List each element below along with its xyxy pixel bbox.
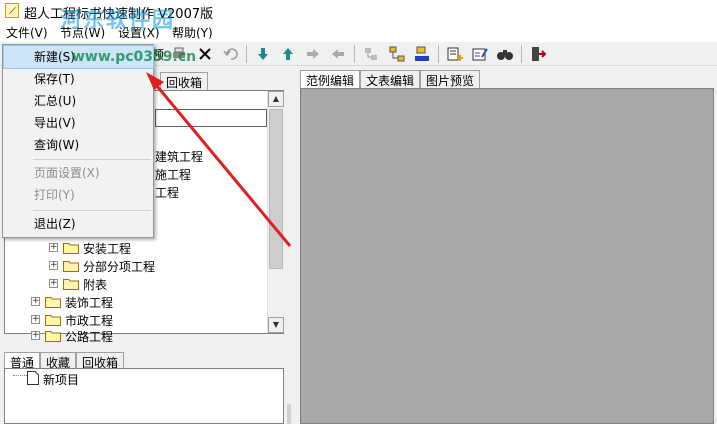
- scroll-down-button[interactable]: ▼: [268, 317, 284, 333]
- undo-icon[interactable]: [222, 45, 240, 63]
- move-left-icon[interactable]: [329, 45, 347, 63]
- tab-text-edit[interactable]: 文表编辑: [360, 70, 421, 88]
- exit-icon[interactable]: [529, 45, 547, 63]
- scroll-thumb[interactable]: [269, 109, 283, 269]
- add-item-icon[interactable]: [446, 45, 464, 63]
- edit-item-icon[interactable]: [471, 45, 489, 63]
- pane-splitter[interactable]: [287, 404, 291, 424]
- delete-icon[interactable]: [196, 45, 214, 63]
- tree-structure-icon[interactable]: [388, 45, 406, 63]
- folder-icon: [63, 279, 79, 290]
- right-pane: 范例编辑 文表编辑 图片预览: [296, 66, 717, 424]
- folder-icon: [45, 331, 61, 342]
- watermark-url: www.pc0359.cn: [72, 49, 197, 65]
- menu-item-query[interactable]: 查询(W): [4, 134, 153, 156]
- folder-icon: [45, 315, 61, 326]
- menu-separator: [33, 210, 151, 211]
- tab-recycle-bin-top[interactable]: 回收箱: [160, 72, 209, 90]
- project-tree[interactable]: 新项目: [4, 368, 284, 424]
- top-tab-strip: 回收箱: [150, 72, 280, 90]
- folder-icon: [63, 261, 79, 272]
- expand-icon[interactable]: +: [31, 331, 40, 340]
- tree-node-icon[interactable]: [362, 45, 380, 63]
- menu-item-export[interactable]: 导出(V): [4, 112, 153, 134]
- move-right-icon[interactable]: [304, 45, 322, 63]
- editor-tab-strip: 范例编辑 文表编辑 图片预览: [300, 70, 500, 88]
- menu-separator: [33, 159, 151, 160]
- expand-icon[interactable]: +: [49, 279, 58, 288]
- menu-item-save[interactable]: 保存(T): [4, 68, 153, 90]
- menu-item-exit[interactable]: 退出(Z): [4, 213, 153, 235]
- menu-item-summary[interactable]: 汇总(U): [4, 90, 153, 112]
- scroll-up-button[interactable]: ▲: [268, 91, 284, 107]
- menu-file[interactable]: 文件(V): [6, 24, 48, 41]
- expand-icon[interactable]: +: [49, 243, 58, 252]
- move-up-icon[interactable]: [279, 45, 297, 63]
- editor-canvas[interactable]: [300, 88, 714, 424]
- tree-scrollbar[interactable]: ▲ ▼: [267, 91, 284, 333]
- menu-item-print[interactable]: 打印(Y): [4, 184, 153, 206]
- tab-image-preview[interactable]: 图片预览: [420, 70, 481, 88]
- tree-selected-row[interactable]: [155, 109, 267, 127]
- watermark-logo: 河东软件园: [60, 8, 175, 32]
- menu-item-page-setup[interactable]: 页面设置(X): [4, 162, 153, 184]
- find-icon[interactable]: [496, 45, 514, 63]
- folder-icon: [63, 243, 79, 254]
- expand-icon[interactable]: +: [31, 315, 40, 324]
- tree-expand-icon[interactable]: [413, 45, 431, 63]
- app-icon: [5, 3, 19, 18]
- project-item-label[interactable]: 新项目: [43, 371, 79, 388]
- menu-help[interactable]: 帮助(Y): [172, 24, 213, 41]
- expand-icon[interactable]: +: [31, 297, 40, 306]
- document-icon: [27, 371, 39, 385]
- move-down-icon[interactable]: [254, 45, 272, 63]
- expand-icon[interactable]: +: [49, 261, 58, 270]
- file-menu-dropdown: 新建(S) 保存(T) 汇总(U) 导出(V) 查询(W) 页面设置(X) 打印…: [2, 44, 154, 238]
- folder-icon: [45, 297, 61, 308]
- tab-example-edit[interactable]: 范例编辑: [300, 70, 361, 88]
